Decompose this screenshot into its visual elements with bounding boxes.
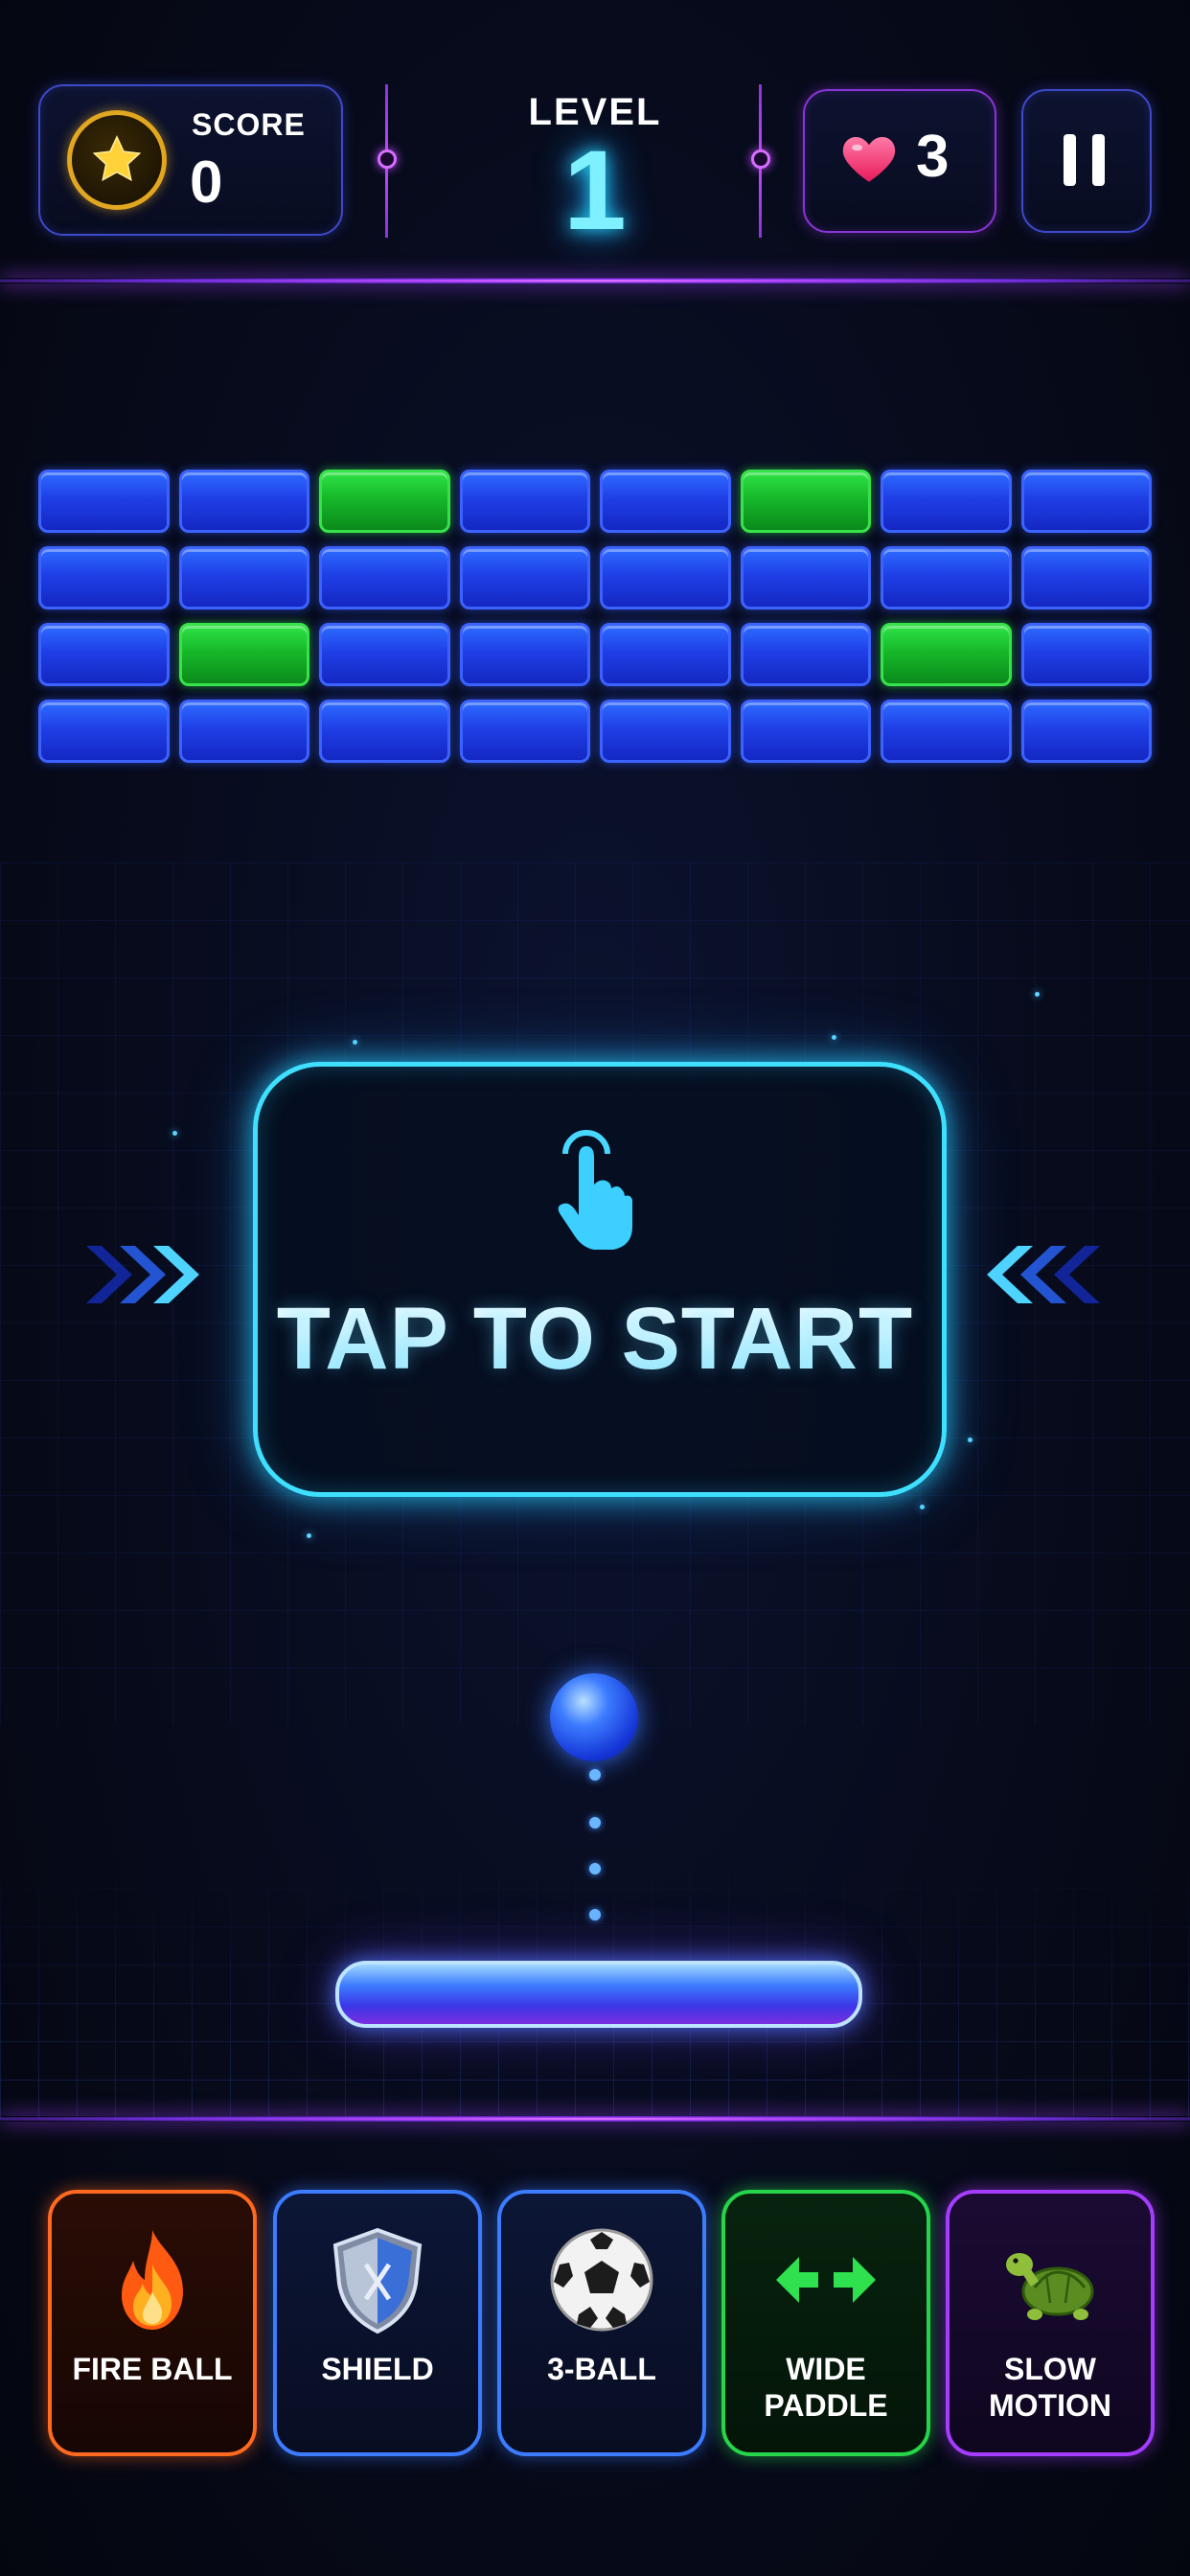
lives-value: 3 xyxy=(916,124,950,190)
brick-blue xyxy=(881,700,1012,763)
brick-blue xyxy=(1020,700,1152,763)
sparkle xyxy=(307,1533,311,1538)
shield-icon xyxy=(332,2227,423,2334)
chevrons-left-icon xyxy=(987,1246,1100,1303)
brick-blue xyxy=(1020,546,1152,610)
brick-green xyxy=(319,470,450,533)
sparkle xyxy=(968,1438,973,1442)
brick-blue xyxy=(38,623,170,686)
brick-blue xyxy=(881,470,1012,533)
turtle-icon xyxy=(1006,2253,1094,2320)
brick-blue xyxy=(178,470,309,533)
powerup-label: SHIELD xyxy=(321,2352,434,2386)
brick-blue xyxy=(1020,623,1152,686)
brick-blue xyxy=(1020,470,1152,533)
brick-blue xyxy=(600,470,731,533)
brick-blue xyxy=(178,546,309,610)
brick-blue xyxy=(740,546,871,610)
pause-icon[interactable] xyxy=(1064,134,1076,186)
aim-dot xyxy=(589,1909,601,1920)
powerup-fireball-button[interactable]: FIRE BALL xyxy=(48,2190,257,2456)
brick-blue xyxy=(319,546,450,610)
top-neon-divider xyxy=(0,278,1190,284)
brick-blue xyxy=(459,546,590,610)
ball xyxy=(550,1673,638,1761)
bottom-neon-divider xyxy=(0,2116,1190,2122)
pause-icon[interactable] xyxy=(1092,134,1105,186)
level-value: 1 xyxy=(563,127,627,254)
sparkle xyxy=(920,1505,925,1509)
powerup-label: 3-BALL xyxy=(547,2352,656,2386)
paddle[interactable] xyxy=(335,1961,862,2028)
brick-blue xyxy=(600,623,731,686)
aim-dot xyxy=(589,1769,601,1781)
chevrons-right-icon xyxy=(86,1246,199,1303)
tap-hand-icon[interactable] xyxy=(548,1127,644,1261)
powerup-label: FIRE BALL xyxy=(72,2352,233,2386)
powerup-slow-motion-button[interactable]: SLOW MOTION xyxy=(946,2190,1155,2456)
pause-button[interactable] xyxy=(1021,89,1152,233)
brick-blue xyxy=(38,700,170,763)
brick-blue xyxy=(319,700,450,763)
fireball-icon xyxy=(122,2230,183,2330)
heart-icon xyxy=(842,137,896,182)
brick-blue xyxy=(740,623,871,686)
brick-blue xyxy=(38,546,170,610)
brick-blue xyxy=(600,546,731,610)
brick-grid xyxy=(38,470,1152,763)
powerup-wide-paddle-button[interactable]: WIDE PADDLE xyxy=(721,2190,930,2456)
aim-dot xyxy=(589,1863,601,1874)
brick-blue xyxy=(459,623,590,686)
brick-green xyxy=(178,623,309,686)
brick-blue xyxy=(319,623,450,686)
aim-dot xyxy=(589,1817,601,1828)
brick-blue xyxy=(600,700,731,763)
brick-blue xyxy=(459,700,590,763)
powerup-3ball-button[interactable]: 3-BALL xyxy=(497,2190,706,2456)
brick-blue xyxy=(459,470,590,533)
wide-arrows-icon xyxy=(776,2257,876,2303)
brick-green xyxy=(740,470,871,533)
brick-blue xyxy=(38,470,170,533)
sparkle xyxy=(832,1035,836,1040)
soccer-ball-icon xyxy=(550,2228,653,2332)
powerup-label: WIDE PADDLE xyxy=(764,2352,888,2423)
tap-to-start-label[interactable]: TAP TO START xyxy=(253,1289,937,1390)
powerup-shield-button[interactable]: SHIELD xyxy=(273,2190,482,2456)
brick-blue xyxy=(881,546,1012,610)
sparkle xyxy=(172,1131,177,1136)
brick-green xyxy=(881,623,1012,686)
brick-blue xyxy=(740,700,871,763)
sparkle xyxy=(353,1040,357,1045)
sparkle xyxy=(1035,992,1040,997)
powerup-label: SLOW MOTION xyxy=(989,2352,1111,2423)
brick-blue xyxy=(178,700,309,763)
